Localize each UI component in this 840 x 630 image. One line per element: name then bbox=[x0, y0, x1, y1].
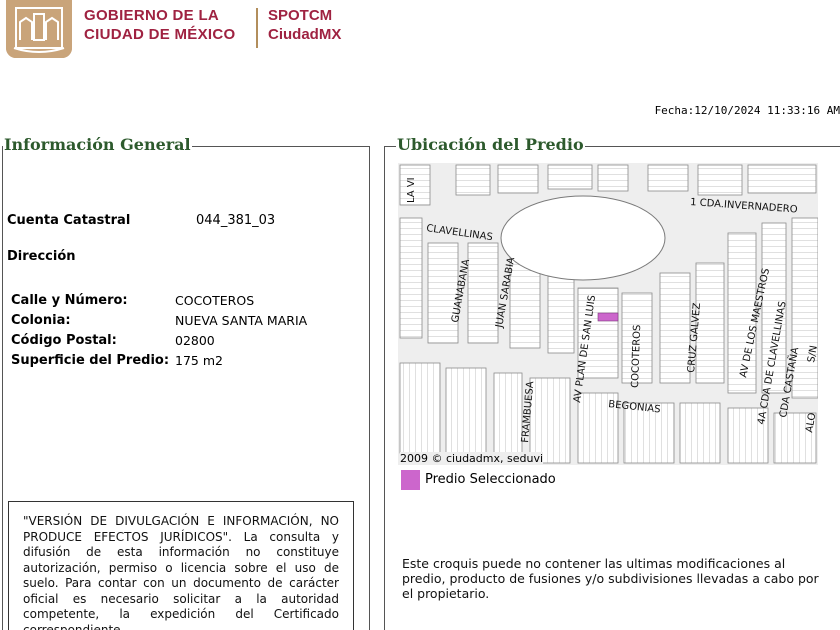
map-drawing: LA VI 1 CDA.INVERNADERO CLAVELLINAS GUAN… bbox=[399, 164, 818, 464]
government-name: GOBIERNO DE LA CIUDAD DE MÉXICO bbox=[84, 6, 254, 44]
gov-line-1: GOBIERNO DE LA bbox=[84, 7, 220, 24]
map-block bbox=[697, 164, 743, 196]
map-block bbox=[427, 242, 459, 344]
gov-line-2: CIUDAD DE MÉXICO bbox=[84, 26, 236, 43]
surface-label: Superficie del Predio: bbox=[11, 352, 170, 368]
map-block bbox=[467, 242, 499, 344]
selected-lot-swatch bbox=[401, 470, 420, 490]
address-row-postal-code: Código Postal: 02800 bbox=[11, 330, 307, 350]
map-block bbox=[529, 377, 571, 464]
plaza-oval bbox=[500, 195, 666, 281]
map-block bbox=[497, 164, 539, 194]
street-label-la-vi: LA VI bbox=[406, 177, 417, 203]
app-line-1: SPOTCM bbox=[268, 7, 333, 24]
postal-code-label: Código Postal: bbox=[11, 332, 117, 348]
address-row-colonia: Colonia: NUEVA SANTA MARIA bbox=[11, 310, 307, 330]
map-block bbox=[679, 402, 721, 464]
address-row-surface: Superficie del Predio: 175 m2 bbox=[11, 350, 307, 370]
map-block bbox=[597, 164, 629, 192]
map-block bbox=[493, 372, 523, 459]
colonia-value: NUEVA SANTA MARIA bbox=[175, 312, 308, 328]
general-info-legend: Información General bbox=[3, 135, 192, 154]
direccion-label: Dirección bbox=[7, 249, 76, 264]
street-label-clavellinas: CLAVELLINAS bbox=[426, 223, 494, 243]
selected-lot-legend-label: Predio Seleccionado bbox=[425, 472, 556, 487]
map-block bbox=[647, 164, 689, 192]
location-map[interactable]: LA VI 1 CDA.INVERNADERO CLAVELLINAS GUAN… bbox=[398, 163, 818, 465]
map-note: Este croquis puede no contener las ultim… bbox=[402, 556, 819, 601]
map-block bbox=[747, 164, 817, 194]
street-value: COCOTEROS bbox=[175, 292, 255, 308]
app-line-2: CiudadMX bbox=[268, 26, 342, 43]
selected-lot-marker bbox=[597, 312, 619, 322]
map-block bbox=[547, 272, 575, 354]
emblem-icon bbox=[6, 0, 72, 58]
date-stamp: Fecha:12/10/2024 11:33:16 AM bbox=[654, 104, 840, 117]
map-copyright: 2009 © ciudadmx, seduvi bbox=[400, 452, 544, 465]
street-label-invernadero: 1 CDA.INVERNADERO bbox=[690, 197, 798, 215]
surface-value: 175 m2 bbox=[175, 352, 223, 368]
app-name: SPOTCM CiudadMX bbox=[268, 6, 388, 44]
street-label: Calle y Número: bbox=[11, 292, 128, 308]
map-block bbox=[399, 217, 423, 339]
location-legend: Ubicación del Predio bbox=[396, 135, 585, 154]
cuenta-catastral-label: Cuenta Catastral bbox=[7, 213, 131, 228]
map-block bbox=[445, 367, 487, 454]
map-block bbox=[455, 164, 491, 196]
map-block bbox=[659, 272, 691, 384]
street-label-cocoteros: COCOTEROS bbox=[630, 324, 643, 388]
map-block bbox=[547, 164, 593, 190]
address-table: Calle y Número: COCOTEROS Colonia: NUEVA… bbox=[11, 290, 307, 370]
cdmx-emblem-logo bbox=[6, 0, 72, 58]
address-row-street: Calle y Número: COCOTEROS bbox=[11, 290, 307, 310]
legal-disclaimer: "VERSIÓN DE DIVULGACIÓN E INFORMACIÓN, N… bbox=[8, 501, 354, 630]
postal-code-value: 02800 bbox=[175, 332, 215, 348]
map-block bbox=[399, 362, 441, 454]
cuenta-catastral-value: 044_381_03 bbox=[196, 213, 276, 228]
header-divider bbox=[256, 8, 258, 48]
street-label-sn: S/N bbox=[806, 345, 818, 364]
colonia-label: Colonia: bbox=[11, 312, 71, 328]
